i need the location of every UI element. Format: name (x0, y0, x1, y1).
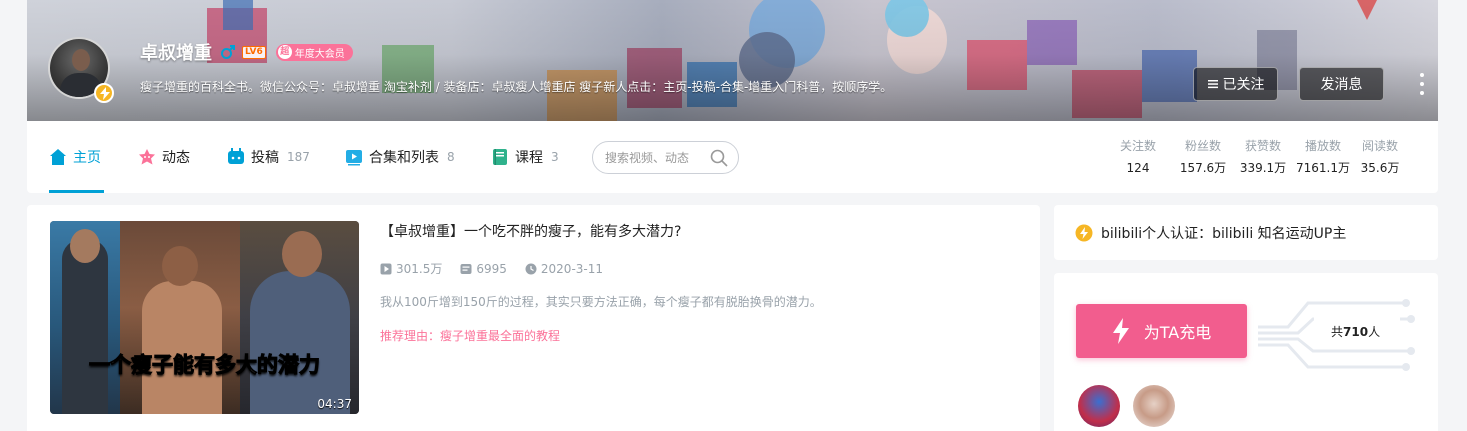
publish-date: 2020-3-11 (525, 259, 603, 279)
search-icon[interactable] (710, 149, 728, 167)
certification-text: bilibili个人认证：bilibili 知名运动UP主 (1101, 225, 1347, 242)
video-description: 我从100斤增到150斤的过程，其实只要方法正确，每个瘦子都有脱胎换骨的潜力。 (380, 295, 822, 309)
vip-badge[interactable]: 超 年度大会员 (275, 43, 353, 61)
stat-fans[interactable]: 粉丝数 157.6万 (1173, 137, 1233, 179)
charge-button[interactable]: 为TA充电 (1076, 304, 1247, 358)
message-label: 发消息 (1320, 77, 1363, 93)
tab-collections-label: 合集和列表 (369, 150, 439, 166)
danmaku-icon (460, 264, 472, 274)
message-button[interactable]: 发消息 (1299, 67, 1384, 101)
stat-plays: 播放数 7161.1万 (1296, 139, 1350, 175)
video-upload-icon (228, 148, 244, 164)
active-tab-indicator (49, 190, 104, 193)
video-meta: 301.5万 6995 2020-3-11 (380, 259, 621, 279)
tab-home[interactable]: 主页 (49, 121, 101, 193)
tab-dynamic[interactable]: 动态 (138, 121, 190, 193)
user-stats: 关注数 124 粉丝数 157.6万 获赞数 339.1万 播放数 7161.1万 阅读… (1115, 137, 1407, 179)
playlist-icon (346, 150, 362, 166)
play-icon (380, 263, 392, 275)
stat-following[interactable]: 关注数 124 (1115, 137, 1161, 179)
tab-home-label: 主页 (73, 150, 101, 166)
supporter-avatar[interactable] (1078, 385, 1120, 427)
username: 卓叔增重 (140, 43, 212, 63)
tab-courses[interactable]: 课程 3 (491, 121, 559, 193)
follow-label: 已关注 (1222, 77, 1265, 93)
vip-label: 年度大会员 (294, 48, 345, 60)
tab-upload-count: 187 (287, 150, 310, 164)
featured-video-card: 一个瘦子能有多大的潜力 04:37 【卓叔增重】一个吃不胖的瘦子，能有多大潜力?… (27, 205, 1040, 431)
search-input[interactable] (605, 150, 705, 165)
verified-badge-icon (94, 83, 114, 103)
vip-icon: 超 (277, 45, 292, 59)
video-duration: 04:37 (317, 397, 352, 411)
tab-collections-count: 8 (447, 150, 455, 164)
male-gender-icon (221, 45, 235, 59)
danmaku-count: 6995 (460, 259, 507, 279)
play-count: 301.5万 (380, 259, 442, 279)
tab-dynamic-label: 动态 (162, 150, 190, 166)
clock-icon (525, 263, 537, 275)
tab-courses-count: 3 (551, 150, 559, 164)
more-options-icon[interactable] (1417, 73, 1427, 95)
thumbnail-caption: 一个瘦子能有多大的潜力 (89, 353, 321, 378)
charge-count: 共710人 (1331, 325, 1381, 339)
certification-card: bilibili个人认证：bilibili 知名运动UP主 (1054, 205, 1438, 260)
recommend-reason: 推荐理由：瘦子增重最全面的教程 (380, 329, 561, 343)
name-row: 卓叔增重 LV6 超 年度大会员 (140, 40, 353, 64)
follow-button[interactable]: 已关注 (1193, 67, 1278, 101)
tab-upload-label: 投稿 (251, 150, 279, 166)
stat-likes: 获赞数 339.1万 (1239, 139, 1287, 175)
video-title[interactable]: 【卓叔增重】一个吃不胖的瘦子，能有多大潜力? (380, 221, 681, 243)
course-book-icon (493, 149, 507, 165)
supporter-avatar[interactable] (1133, 385, 1175, 427)
dynamic-icon (139, 149, 155, 165)
tab-collections[interactable]: 合集和列表 8 (345, 121, 455, 193)
charge-button-label: 为TA充电 (1143, 323, 1212, 342)
stat-reads: 阅读数 35.6万 (1360, 139, 1400, 175)
nav-bar: 主页 动态 投稿 187 合集和列表 8 课程 3 关注数124 粉丝数157.… (27, 121, 1438, 193)
space-search[interactable] (592, 141, 739, 174)
level-badge: LV6 (242, 45, 266, 59)
lightning-icon (1112, 318, 1129, 344)
charge-card: 为TA充电 共710人 (1054, 273, 1438, 431)
home-icon (50, 149, 66, 165)
tab-upload[interactable]: 投稿 187 (227, 121, 310, 193)
lightning-badge-icon (1075, 224, 1093, 241)
user-signature: 瘦子增重的百科全书。微信公众号：卓叔增重 淘宝补剂 / 装备店：卓叔瘦人增重店 … (140, 80, 893, 94)
video-thumbnail[interactable]: 一个瘦子能有多大的潜力 04:37 (50, 221, 359, 414)
menu-icon (1207, 80, 1218, 89)
tab-courses-label: 课程 (515, 150, 543, 166)
